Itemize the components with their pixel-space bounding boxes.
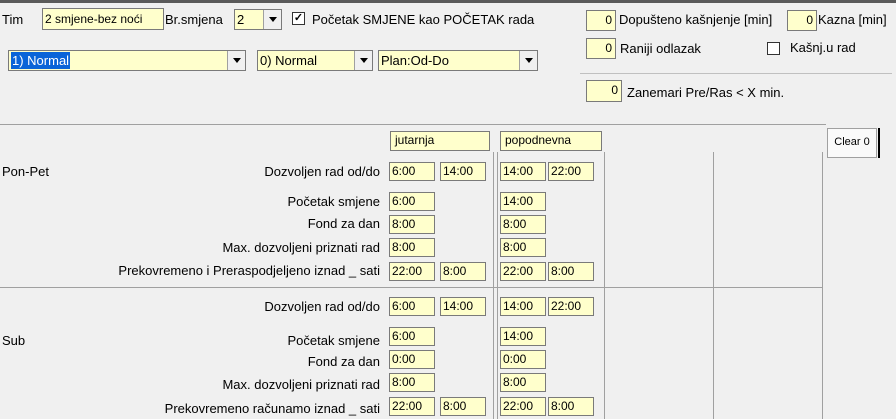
row-label: Max. dozvoljeni priznati rad (222, 240, 380, 255)
row-label: Dozvoljen rad od/do (264, 164, 380, 179)
zanemari-field[interactable]: 0 (586, 80, 622, 102)
chevron-down-icon[interactable] (354, 51, 372, 70)
time-cell[interactable]: 0:00 (389, 350, 435, 369)
raniji-label: Raniji odlazak (620, 41, 701, 56)
time-cell[interactable]: 22:00 (548, 297, 594, 316)
shift1-header: jutarnja (390, 131, 490, 151)
time-cell[interactable]: 6:00 (389, 162, 435, 181)
chevron-down-icon[interactable] (519, 51, 537, 70)
time-cell[interactable]: 8:00 (500, 373, 546, 392)
normal-combo-1[interactable]: 1) Normal (8, 50, 246, 71)
normal-combo-2-value: 0) Normal (260, 53, 318, 68)
br-smjena-label: Br.smjena (165, 12, 223, 27)
dopusteno-label: Dopušteno kašnjenje [min] (619, 12, 773, 27)
row-label: Početak smjene (287, 194, 381, 209)
clear-button[interactable]: Clear 0 (827, 128, 877, 158)
time-cell[interactable]: 0:00 (500, 350, 546, 369)
row-label: Fond za dan (307, 216, 380, 231)
time-cell[interactable]: 8:00 (389, 373, 435, 392)
row-label: Dozvoljen rad od/do (264, 299, 380, 314)
row-label: Prekovremeno računamo iznad _ sati (164, 401, 380, 416)
time-cell[interactable]: 22:00 (500, 397, 546, 416)
time-cell[interactable]: 14:00 (500, 297, 546, 316)
chevron-down-icon[interactable] (263, 10, 281, 29)
time-cell[interactable]: 22:00 (500, 262, 546, 281)
normal-combo-1-value: 1) Normal (11, 52, 71, 69)
pocetak-checkbox[interactable]: ✓ (292, 12, 305, 25)
time-cell[interactable]: 6:00 (389, 297, 435, 316)
time-cell[interactable]: 14:00 (500, 327, 546, 346)
col-divider-3 (822, 152, 823, 419)
right-panel-divider (580, 73, 892, 74)
time-cell[interactable]: 8:00 (440, 397, 486, 416)
tim-label: Tim (2, 12, 24, 27)
row-label: Prekovremeno i Preraspodjeljeno iznad _ … (118, 263, 380, 278)
time-cell[interactable]: 14:00 (440, 297, 486, 316)
time-cell[interactable]: 8:00 (500, 215, 546, 234)
time-cell[interactable]: 6:00 (389, 327, 435, 346)
row-label: Fond za dan (307, 354, 380, 369)
time-cell[interactable]: 14:00 (500, 192, 546, 211)
shift2-header: popodnevna (500, 131, 602, 151)
day-label: Pon-Pet (2, 164, 49, 179)
kazna-label: Kazna [min] (818, 12, 887, 27)
dopusteno-field[interactable]: 0 (586, 10, 616, 31)
br-smjena-value: 2 (237, 12, 245, 27)
row-label: Max. dozvoljeni priznati rad (222, 377, 380, 392)
time-cell[interactable]: 8:00 (389, 238, 435, 257)
zanemari-label: Zanemari Pre/Ras < X min. (627, 85, 785, 100)
shift-divider (493, 152, 494, 419)
grid-top-line (0, 124, 826, 125)
section-divider (0, 287, 822, 288)
time-cell[interactable]: 8:00 (500, 238, 546, 257)
time-cell[interactable]: 22:00 (389, 397, 435, 416)
col-divider (604, 152, 605, 419)
shift-divider-2 (497, 152, 498, 419)
chevron-down-icon[interactable] (227, 51, 245, 70)
time-cell[interactable]: 14:00 (500, 162, 546, 181)
time-cell[interactable]: 6:00 (389, 192, 435, 211)
pocetak-checkbox-label: Početak SMJENE kao POČETAK rada (312, 12, 535, 27)
row-label: Početak smjene (287, 333, 381, 348)
kasnj-checkbox[interactable] (767, 42, 780, 55)
time-cell[interactable]: 8:00 (440, 262, 486, 281)
text-cursor (878, 128, 880, 158)
br-smjena-combo[interactable]: 2 (234, 9, 282, 30)
normal-combo-2[interactable]: 0) Normal (257, 50, 373, 71)
kasnj-label: Kašnj.u rad (790, 40, 856, 55)
col-divider-2 (713, 152, 714, 419)
day-label: Sub (2, 333, 26, 348)
time-cell[interactable]: 8:00 (389, 215, 435, 234)
top-border (0, 0, 896, 3)
plan-combo[interactable]: Plan:Od-Do (378, 50, 538, 71)
time-cell[interactable]: 8:00 (548, 397, 594, 416)
kazna-field[interactable]: 0 (787, 10, 817, 31)
tim-field[interactable]: 2 smjene-bez noći (42, 8, 164, 30)
time-cell[interactable]: 22:00 (548, 162, 594, 181)
plan-combo-value: Plan:Od-Do (381, 53, 449, 68)
checkmark-icon: ✓ (293, 12, 304, 24)
raniji-field[interactable]: 0 (586, 38, 616, 59)
time-cell[interactable]: 14:00 (440, 162, 486, 181)
time-cell[interactable]: 8:00 (548, 262, 594, 281)
time-cell[interactable]: 22:00 (389, 262, 435, 281)
